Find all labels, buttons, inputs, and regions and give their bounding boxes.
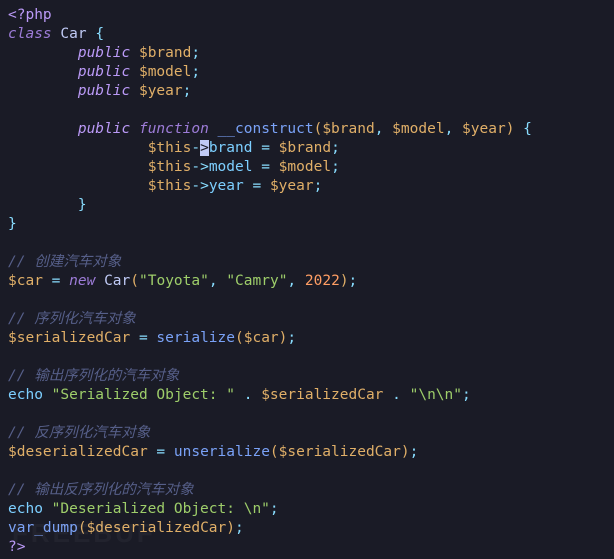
- prop-model: model: [209, 159, 253, 175]
- var-car: $car: [8, 273, 43, 289]
- str-camry: "Camry": [226, 273, 287, 289]
- comment-echo-deser: // 输出反序列化的汽车对象: [8, 482, 194, 498]
- kw-echo: echo: [8, 387, 43, 403]
- cursor: >: [200, 140, 209, 156]
- comment-serialize: // 序列化汽车对象: [8, 311, 136, 327]
- param-year: $year: [462, 121, 506, 137]
- var-model: $model: [139, 64, 191, 80]
- op-concat: .: [244, 387, 253, 403]
- op-concat: .: [392, 387, 401, 403]
- var-year: $year: [270, 178, 314, 194]
- str-nn: "\n\n": [410, 387, 462, 403]
- class-car: Car: [104, 273, 130, 289]
- prop-year: year: [209, 178, 244, 194]
- str-deser-label: "Deserialized Object: \n": [52, 501, 270, 517]
- num-2022: 2022: [305, 273, 340, 289]
- var-car: $car: [244, 330, 279, 346]
- var-deserializedcar: $deserializedCar: [87, 520, 227, 536]
- kw-public: public: [78, 64, 130, 80]
- kw-new: new: [69, 273, 95, 289]
- kw-class: class: [8, 26, 52, 42]
- var-brand: $brand: [279, 140, 331, 156]
- var-brand: $brand: [139, 45, 191, 61]
- prop-brand: brand: [209, 140, 253, 156]
- var-model: $model: [279, 159, 331, 175]
- fn-var-dump: var_dump: [8, 520, 78, 536]
- php-open-tag: <?php: [8, 7, 52, 23]
- comment-create: // 创建汽车对象: [8, 254, 121, 270]
- fn-serialize: serialize: [156, 330, 235, 346]
- kw-echo: echo: [8, 501, 43, 517]
- var-deserializedcar: $deserializedCar: [8, 444, 148, 460]
- var-this: $this: [148, 178, 192, 194]
- param-brand: $brand: [322, 121, 374, 137]
- class-name: Car: [60, 26, 86, 42]
- fn-construct: __construct: [218, 121, 314, 137]
- php-close-tag: ?>: [8, 539, 25, 555]
- var-this: $this: [148, 140, 192, 156]
- var-serializedcar: $serializedCar: [261, 387, 383, 403]
- var-year: $year: [139, 83, 183, 99]
- str-toyota: "Toyota": [139, 273, 209, 289]
- str-ser-label: "Serialized Object: ": [52, 387, 235, 403]
- php-code-block: <?php class Car { public $brand; public …: [0, 0, 614, 559]
- kw-function: function: [139, 121, 209, 137]
- kw-public: public: [78, 121, 130, 137]
- kw-public: public: [78, 45, 130, 61]
- var-this: $this: [148, 159, 192, 175]
- param-model: $model: [392, 121, 444, 137]
- comment-unserialize: // 反序列化汽车对象: [8, 425, 150, 441]
- kw-public: public: [78, 83, 130, 99]
- var-serializedcar: $serializedCar: [279, 444, 401, 460]
- comment-echo-ser: // 输出序列化的汽车对象: [8, 368, 179, 384]
- var-serializedcar: $serializedCar: [8, 330, 130, 346]
- fn-unserialize: unserialize: [174, 444, 270, 460]
